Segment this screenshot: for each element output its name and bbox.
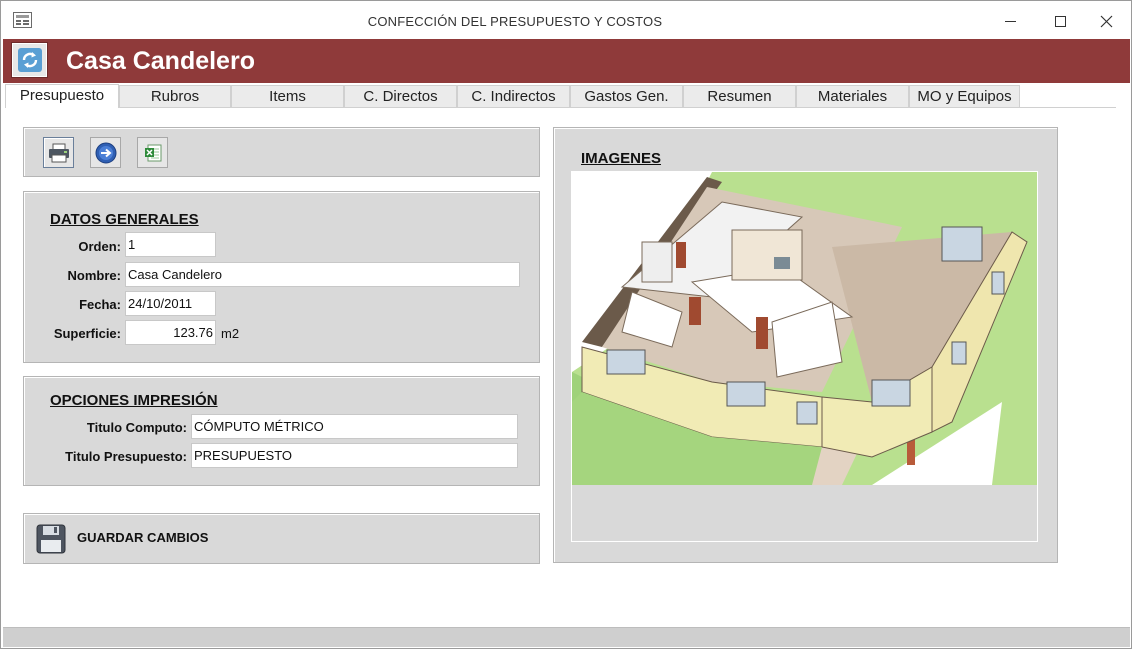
close-button[interactable] [1083,7,1129,35]
tab-strip: Presupuesto Rubros Items C. Directos C. … [5,84,1130,108]
fecha-label: Fecha: [79,297,121,312]
nombre-field[interactable]: Casa Candelero [125,262,520,287]
imagen-frame [571,171,1038,542]
next-button[interactable] [90,137,121,168]
superficie-label: Superficie: [53,326,121,341]
opciones-impresion-panel: OPCIONES IMPRESIÓN Titulo Computo: CÓMPU… [23,376,540,486]
guardar-cambios-label: GUARDAR CAMBIOS [77,530,209,545]
tab-mo-y-equipos[interactable]: MO y Equipos [909,85,1020,108]
refresh-button[interactable] [12,43,47,77]
tab-materiales[interactable]: Materiales [796,85,909,108]
tab-content-presupuesto: DATOS GENERALES Orden: 1 Nombre: Casa Ca… [5,107,1116,612]
maximize-button[interactable] [1037,7,1083,35]
tab-c-indirectos[interactable]: C. Indirectos [457,85,570,108]
opciones-impresion-heading: OPCIONES IMPRESIÓN [50,392,218,409]
printer-icon [48,143,69,162]
form-header: Casa Candelero [3,39,1130,83]
tab-presupuesto[interactable]: Presupuesto [5,84,119,108]
superficie-unit: m2 [221,326,240,341]
titulo-computo-field[interactable]: CÓMPUTO MÉTRICO [191,414,518,439]
export-excel-button[interactable] [137,137,168,168]
superficie-field[interactable]: 123.76 [125,320,216,345]
nombre-label: Nombre: [67,268,121,283]
imagenes-panel: IMAGENES [553,127,1058,563]
minimize-icon [1004,20,1016,22]
maximize-icon [1054,15,1066,27]
tab-resumen[interactable]: Resumen [683,85,796,108]
tab-c-directos[interactable]: C. Directos [344,85,457,108]
titulo-computo-label: Titulo Computo: [86,420,187,435]
close-icon [1100,15,1112,27]
excel-icon [144,144,161,161]
toolbar-panel [23,127,540,177]
tab-gastos-gen[interactable]: Gastos Gen. [570,85,683,108]
imagenes-heading: IMAGENES [581,150,662,167]
tab-rubros[interactable]: Rubros [119,85,231,108]
guardar-cambios-button[interactable]: GUARDAR CAMBIOS [23,513,540,564]
print-button[interactable] [43,137,74,168]
minimize-button[interactable] [987,7,1033,35]
titulo-presupuesto-field[interactable]: PRESUPUESTO [191,443,518,468]
tab-items[interactable]: Items [231,85,344,108]
orden-field[interactable]: 1 [125,232,216,257]
fecha-field[interactable]: 24/10/2011 [125,291,216,316]
arrow-right-icon [95,142,116,163]
app-window: CONFECCIÓN DEL PRESUPUESTO Y COSTOS Casa… [0,0,1132,649]
title-bar: CONFECCIÓN DEL PRESUPUESTO Y COSTOS [1,1,1131,39]
datos-generales-heading: DATOS GENERALES [50,211,199,228]
status-bar [3,627,1130,647]
floppy-disk-icon [36,524,66,554]
orden-label: Orden: [78,239,121,254]
house-floorplan-image[interactable] [572,172,1037,485]
refresh-icon [17,48,42,72]
project-title: Casa Candelero [66,47,255,75]
window-title: CONFECCIÓN DEL PRESUPUESTO Y COSTOS [367,14,663,29]
titulo-presupuesto-label: Titulo Presupuesto: [65,449,187,464]
datos-generales-panel: DATOS GENERALES Orden: 1 Nombre: Casa Ca… [23,191,540,363]
